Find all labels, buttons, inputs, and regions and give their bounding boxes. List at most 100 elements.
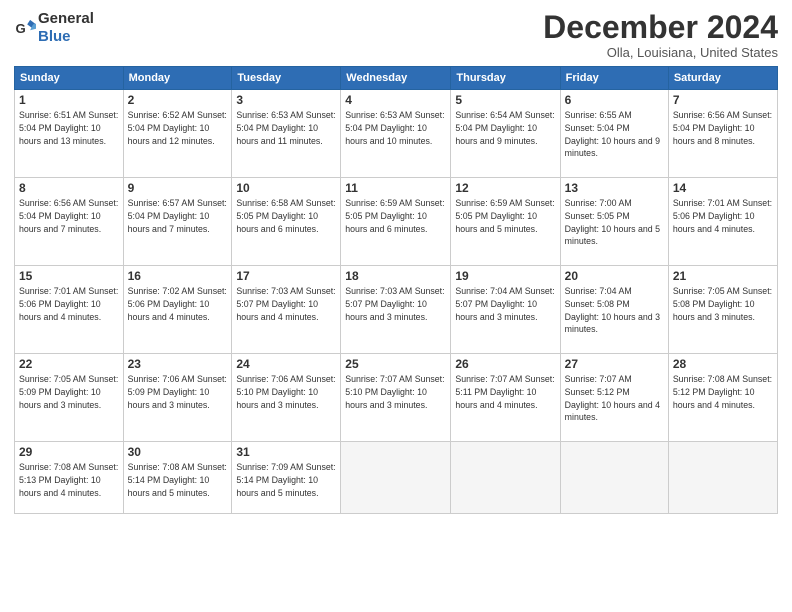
day-info: Sunrise: 6:59 AM Sunset: 5:05 PM Dayligh… — [455, 197, 555, 235]
day-number: 10 — [236, 181, 336, 195]
table-row: 22 Sunrise: 7:05 AM Sunset: 5:09 PM Dayli… — [15, 354, 124, 442]
table-row: 23 Sunrise: 7:06 AM Sunset: 5:09 PM Dayli… — [123, 354, 232, 442]
day-number: 24 — [236, 357, 336, 371]
day-number: 16 — [128, 269, 228, 283]
day-info: Sunrise: 6:57 AM Sunset: 5:04 PM Dayligh… — [128, 197, 228, 235]
day-number: 30 — [128, 445, 228, 459]
logo-blue: Blue — [38, 28, 71, 45]
logo-general: General — [38, 10, 94, 27]
table-row: 1 Sunrise: 6:51 AM Sunset: 5:04 PM Daylig… — [15, 90, 124, 178]
table-row: 30Sunrise: 7:08 AM Sunset: 5:14 PM Dayli… — [123, 442, 232, 514]
calendar-week-row: 22 Sunrise: 7:05 AM Sunset: 5:09 PM Dayli… — [15, 354, 778, 442]
table-row: 29 Sunrise: 7:08 AM Sunset: 5:13 PM Dayli… — [15, 442, 124, 514]
title-area: December 2024 Olla, Louisiana, United St… — [543, 10, 778, 60]
calendar-table: Sunday Monday Tuesday Wednesday Thursday… — [14, 66, 778, 514]
col-thursday: Thursday — [451, 67, 560, 90]
table-row — [451, 442, 560, 514]
day-info: Sunrise: 7:02 AM Sunset: 5:06 PM Dayligh… — [128, 285, 228, 323]
location: Olla, Louisiana, United States — [543, 45, 778, 60]
day-number: 9 — [128, 181, 228, 195]
table-row: 24 Sunrise: 7:06 AM Sunset: 5:10 PM Dayli… — [232, 354, 341, 442]
day-info: Sunrise: 7:08 AM Sunset: 5:13 PM Dayligh… — [19, 461, 119, 499]
day-info: Sunrise: 7:07 AM Sunset: 5:11 PM Dayligh… — [455, 373, 555, 411]
day-number: 7 — [673, 93, 773, 107]
day-info: Sunrise: 7:05 AM Sunset: 5:08 PM Dayligh… — [673, 285, 773, 323]
day-info: Sunrise: 7:01 AM Sunset: 5:06 PM Dayligh… — [19, 285, 119, 323]
day-info: Sunrise: 7:03 AM Sunset: 5:07 PM Dayligh… — [345, 285, 446, 323]
table-row: 5 Sunrise: 6:54 AM Sunset: 5:04 PM Daylig… — [451, 90, 560, 178]
table-row: 9 Sunrise: 6:57 AM Sunset: 5:04 PM Daylig… — [123, 178, 232, 266]
table-row: 26 Sunrise: 7:07 AM Sunset: 5:11 PM Dayli… — [451, 354, 560, 442]
day-info: Sunrise: 7:06 AM Sunset: 5:09 PM Dayligh… — [128, 373, 228, 411]
table-row: 17 Sunrise: 7:03 AM Sunset: 5:07 PM Dayli… — [232, 266, 341, 354]
day-info: Sunrise: 6:56 AM Sunset: 5:04 PM Dayligh… — [19, 197, 119, 235]
table-row: 7 Sunrise: 6:56 AM Sunset: 5:04 PM Daylig… — [668, 90, 777, 178]
day-info: Sunrise: 7:04 AM Sunset: 5:08 PM Dayligh… — [565, 285, 664, 336]
day-number: 3 — [236, 93, 336, 107]
day-number: 26 — [455, 357, 555, 371]
day-info: Sunrise: 6:52 AM Sunset: 5:04 PM Dayligh… — [128, 109, 228, 147]
day-info: Sunrise: 6:54 AM Sunset: 5:04 PM Dayligh… — [455, 109, 555, 147]
table-row: 4 Sunrise: 6:53 AM Sunset: 5:04 PM Daylig… — [341, 90, 451, 178]
day-info: Sunrise: 6:58 AM Sunset: 5:05 PM Dayligh… — [236, 197, 336, 235]
table-row: 3 Sunrise: 6:53 AM Sunset: 5:04 PM Daylig… — [232, 90, 341, 178]
day-info: Sunrise: 6:53 AM Sunset: 5:04 PM Dayligh… — [345, 109, 446, 147]
logo-text: General Blue — [38, 10, 94, 46]
day-info: Sunrise: 7:01 AM Sunset: 5:06 PM Dayligh… — [673, 197, 773, 235]
day-info: Sunrise: 6:59 AM Sunset: 5:05 PM Dayligh… — [345, 197, 446, 235]
table-row: 11 Sunrise: 6:59 AM Sunset: 5:05 PM Dayli… — [341, 178, 451, 266]
col-wednesday: Wednesday — [341, 67, 451, 90]
day-number: 5 — [455, 93, 555, 107]
day-number: 13 — [565, 181, 664, 195]
calendar-week-row: 8 Sunrise: 6:56 AM Sunset: 5:04 PM Daylig… — [15, 178, 778, 266]
table-row: 15Sunrise: 7:01 AM Sunset: 5:06 PM Dayli… — [15, 266, 124, 354]
day-info: Sunrise: 6:51 AM Sunset: 5:04 PM Dayligh… — [19, 109, 119, 147]
col-tuesday: Tuesday — [232, 67, 341, 90]
day-number: 2 — [128, 93, 228, 107]
day-number: 22 — [19, 357, 119, 371]
day-info: Sunrise: 7:06 AM Sunset: 5:10 PM Dayligh… — [236, 373, 336, 411]
day-number: 1 — [19, 93, 119, 107]
day-number: 28 — [673, 357, 773, 371]
day-number: 4 — [345, 93, 446, 107]
svg-text:G: G — [15, 21, 25, 36]
day-info: Sunrise: 7:03 AM Sunset: 5:07 PM Dayligh… — [236, 285, 336, 323]
table-row: 28 Sunrise: 7:08 AM Sunset: 5:12 PM Dayli… — [668, 354, 777, 442]
day-number: 17 — [236, 269, 336, 283]
day-info: Sunrise: 7:07 AM Sunset: 5:12 PM Dayligh… — [565, 373, 664, 424]
col-friday: Friday — [560, 67, 668, 90]
day-number: 20 — [565, 269, 664, 283]
day-number: 8 — [19, 181, 119, 195]
col-sunday: Sunday — [15, 67, 124, 90]
day-info: Sunrise: 7:09 AM Sunset: 5:14 PM Dayligh… — [236, 461, 336, 499]
day-number: 29 — [19, 445, 119, 459]
day-number: 21 — [673, 269, 773, 283]
day-info: Sunrise: 7:07 AM Sunset: 5:10 PM Dayligh… — [345, 373, 446, 411]
header: G General Blue December 2024 Olla, Louis… — [14, 10, 778, 60]
day-number: 14 — [673, 181, 773, 195]
table-row — [668, 442, 777, 514]
logo: G General Blue — [14, 10, 94, 46]
table-row — [560, 442, 668, 514]
col-saturday: Saturday — [668, 67, 777, 90]
table-row: 2 Sunrise: 6:52 AM Sunset: 5:04 PM Daylig… — [123, 90, 232, 178]
day-number: 11 — [345, 181, 446, 195]
table-row: 14 Sunrise: 7:01 AM Sunset: 5:06 PM Dayli… — [668, 178, 777, 266]
calendar-week-row: 15Sunrise: 7:01 AM Sunset: 5:06 PM Dayli… — [15, 266, 778, 354]
table-row: 21 Sunrise: 7:05 AM Sunset: 5:08 PM Dayli… — [668, 266, 777, 354]
day-number: 25 — [345, 357, 446, 371]
day-info: Sunrise: 6:56 AM Sunset: 5:04 PM Dayligh… — [673, 109, 773, 147]
table-row: 18 Sunrise: 7:03 AM Sunset: 5:07 PM Dayli… — [341, 266, 451, 354]
table-row: 12Sunrise: 6:59 AM Sunset: 5:05 PM Dayli… — [451, 178, 560, 266]
table-row: 20 Sunrise: 7:04 AM Sunset: 5:08 PM Dayli… — [560, 266, 668, 354]
page-container: G General Blue December 2024 Olla, Louis… — [0, 0, 792, 524]
month-title: December 2024 — [543, 10, 778, 45]
day-info: Sunrise: 7:08 AM Sunset: 5:12 PM Dayligh… — [673, 373, 773, 411]
day-info: Sunrise: 6:53 AM Sunset: 5:04 PM Dayligh… — [236, 109, 336, 147]
day-number: 18 — [345, 269, 446, 283]
day-number: 19 — [455, 269, 555, 283]
day-number: 27 — [565, 357, 664, 371]
day-info: Sunrise: 7:05 AM Sunset: 5:09 PM Dayligh… — [19, 373, 119, 411]
table-row: 6Sunrise: 6:55 AM Sunset: 5:04 PM Daylig… — [560, 90, 668, 178]
day-number: 23 — [128, 357, 228, 371]
